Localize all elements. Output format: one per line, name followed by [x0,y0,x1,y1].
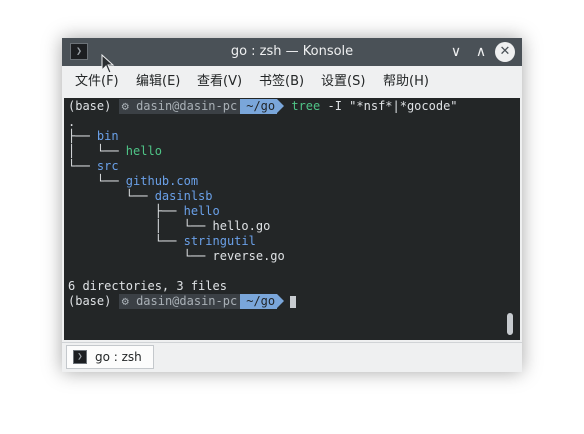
tree-entry-exec: hello [125,144,162,158]
tree-entry-dir: stringutil [183,234,256,248]
maximize-icon[interactable]: ∧ [471,42,491,62]
prompt-line: (base) ⚙ dasin@dasin-pc ~/go [68,294,297,309]
tree-branch: │ └── [68,144,126,158]
powerline-arrow-icon [277,294,285,308]
tab-go-zsh[interactable]: ❯ go : zsh [66,345,154,369]
tree-branch: └── [68,249,213,263]
tree-branch: ├── [68,129,97,143]
tree-line: └── dasinlsb [68,189,213,204]
minimize-icon[interactable]: ∨ [446,42,466,62]
tree-line: └── src [68,159,119,174]
tree-entry-dir: hello [183,204,220,218]
menu-bar: 文件(F) 编辑(E) 查看(V) 书签(B) 设置(S) 帮助(H) [62,66,522,98]
tree-root: . [68,115,76,129]
menu-edit[interactable]: 编辑(E) [136,66,180,98]
menu-settings[interactable]: 设置(S) [321,66,365,98]
tree-branch: └── [68,159,97,173]
conda-env: (base) [68,294,112,308]
current-dir: ~/go [246,99,276,113]
tree-summary: 6 directories, 3 files [68,279,227,293]
tree-branch: └── [68,234,184,248]
command-args: -I "*nsf*|*gocode" [320,99,458,113]
text-cursor [290,295,297,308]
terminal-app-icon[interactable]: ❯ [70,43,88,60]
konsole-window: go : zsh — Konsole ❯ ∨ ∧ ✕ 文件(F) 编辑(E) 查… [62,38,522,372]
tree-line: └── stringutil [68,234,256,249]
tree-entry-dir: src [96,159,119,173]
tree-entry-file: reverse.go [212,249,285,263]
current-dir: ~/go [246,294,276,308]
command-name: tree [291,99,321,113]
tree-line: ├── hello [68,204,220,219]
menu-help[interactable]: 帮助(H) [383,66,429,98]
prompt-dir-segment: ~/go [240,99,278,114]
user-host: dasin@dasin-pc [136,99,238,113]
tree-line: │ └── hello [68,144,162,159]
tree-branch: ├── [68,204,184,218]
terminal-scrollbar[interactable] [500,98,520,340]
close-icon[interactable]: ✕ [495,42,515,62]
menu-bookmarks[interactable]: 书签(B) [259,66,304,98]
tree-branch: └── [68,189,155,203]
tree-line: └── reverse.go [68,249,285,264]
tree-entry-dir: github.com [125,174,199,188]
prompt-user-segment: ⚙ dasin@dasin-pc [118,294,241,309]
title-bar[interactable]: go : zsh — Konsole ❯ ∨ ∧ ✕ [62,38,522,66]
gear-icon: ⚙ [121,294,129,308]
tree-entry-dir: dasinlsb [154,189,213,203]
terminal-output[interactable]: (base) ⚙ dasin@dasin-pc ~/go tree -I "*ns… [64,98,500,340]
tab-bar: ❯ go : zsh [62,342,522,372]
tab-label: go : zsh [95,350,142,364]
mouse-pointer-icon [101,54,115,74]
tree-line: └── github.com [68,174,198,189]
prompt-dir-segment: ~/go [240,294,278,309]
conda-env: (base) [68,99,112,113]
tree-entry-dir: bin [96,129,119,143]
tree-line: ├── bin [68,129,119,144]
menu-view[interactable]: 查看(V) [197,66,242,98]
powerline-arrow-icon [277,99,285,113]
scrollbar-thumb[interactable] [507,313,513,335]
tree-line: │ └── hello.go [68,219,271,234]
tree-entry-file: hello.go [212,219,271,233]
tree-branch: │ └── [68,219,213,233]
prompt-user-segment: ⚙ dasin@dasin-pc [118,99,241,114]
user-host: dasin@dasin-pc [136,294,238,308]
tree-branch: └── [68,174,126,188]
gear-icon: ⚙ [121,99,129,113]
terminal-tab-icon: ❯ [73,350,87,364]
prompt-line: (base) ⚙ dasin@dasin-pc ~/go tree -I "*ns… [68,99,458,114]
